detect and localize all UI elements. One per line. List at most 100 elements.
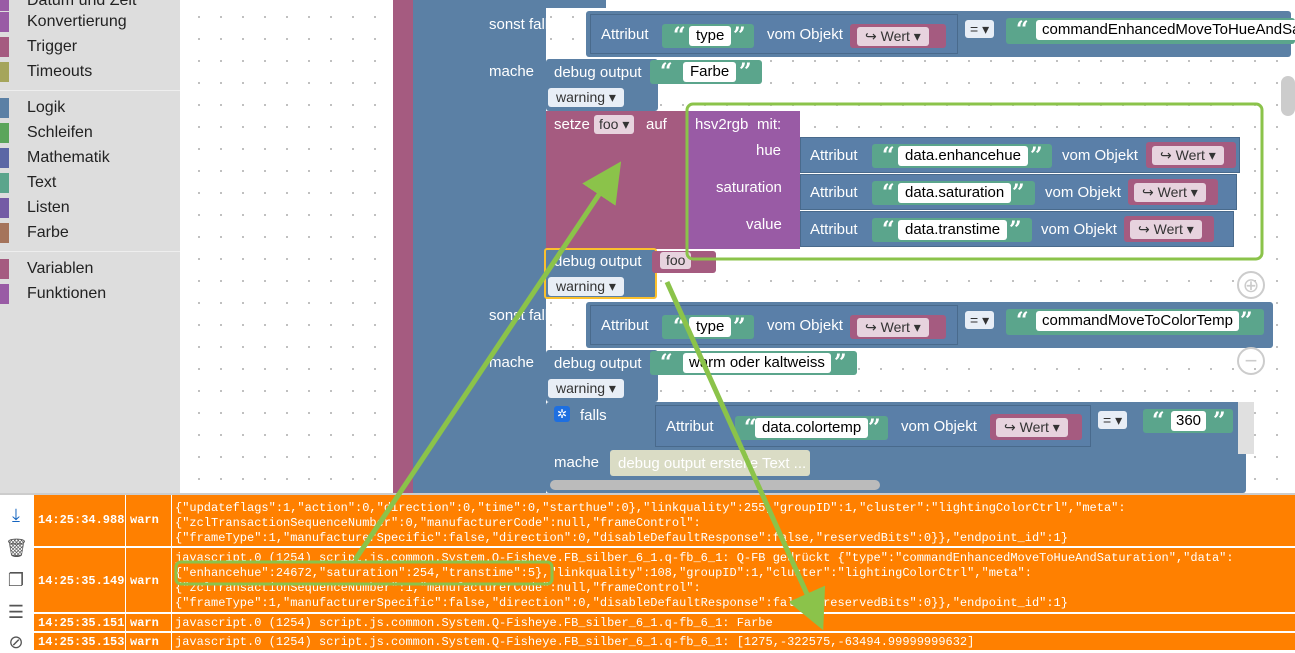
toolbox-category-logik[interactable]: Logik: [0, 97, 65, 119]
text-field-farbe[interactable]: Farbe: [683, 62, 737, 82]
close-quote-icon: ”: [1012, 180, 1025, 206]
variable-dropdown-wert[interactable]: ↪ Wert ▾: [996, 418, 1068, 437]
operator-dropdown[interactable]: = ▾: [965, 20, 995, 38]
log-message: javascript.0 (1254) script.js.common.Sys…: [175, 635, 975, 649]
variable-dropdown-wert[interactable]: ↪ Wert ▾: [1134, 183, 1206, 202]
text-field-transtime[interactable]: data.transtime: [898, 220, 1008, 240]
debug-output-label: debug output: [554, 64, 642, 81]
vertical-scrollbar[interactable]: [1281, 76, 1295, 116]
category-color-bar: [0, 148, 9, 168]
category-label: Listen: [27, 199, 70, 216]
log-time: 14:25:35.153: [38, 635, 125, 649]
toggle-columns-icon[interactable]: ☰: [5, 601, 27, 623]
param-hue-label: hue: [756, 142, 782, 159]
log-row[interactable]: 14:25:35.153 warn javascript.0 (1254) sc…: [34, 633, 1295, 651]
text-field-warm[interactable]: warm oder kaltweiss: [683, 353, 831, 373]
open-quote-icon: “: [882, 217, 895, 243]
log-row[interactable]: 14:25:35.149 warn javascript.0 (1254) sc…: [34, 548, 1295, 613]
log-level-dropdown[interactable]: warning ▾: [548, 277, 624, 296]
column-divider: [171, 614, 172, 631]
close-quote-icon: ”: [739, 59, 752, 85]
log-row[interactable]: 14:25:34.988 warn {"updateflags":1,"acti…: [34, 495, 1295, 547]
operator-dropdown[interactable]: = ▾: [1098, 411, 1128, 429]
toolbox-category-trigger[interactable]: Trigger: [0, 36, 77, 58]
center-workspace-icon[interactable]: ⊕: [1237, 271, 1265, 299]
category-color-bar: [0, 284, 9, 304]
blockly-toolbox: Datum und Zeit Konvertierung Trigger Tim…: [0, 0, 180, 493]
text-field-360[interactable]: 360: [1171, 411, 1207, 431]
dropdown-label: foo: [599, 116, 619, 132]
toolbox-category-text[interactable]: Text: [0, 172, 56, 194]
horizontal-scrollbar[interactable]: [550, 480, 880, 490]
attribut-label: Attribut: [810, 221, 858, 238]
variable-dropdown-foo[interactable]: foo ▾: [594, 115, 635, 134]
scroll-down-icon[interactable]: ⤓: [5, 504, 27, 526]
open-quote-icon: “: [660, 59, 673, 85]
variable-dropdown-foo[interactable]: foo: [660, 252, 692, 269]
trash-can-icon[interactable]: [1238, 402, 1254, 454]
copy-icon[interactable]: ❐: [5, 569, 27, 591]
log-level-dropdown[interactable]: warning ▾: [548, 88, 624, 107]
mit-label: mit:: [757, 116, 782, 133]
dropdown-label: ↪ Wert: [865, 28, 910, 44]
toolbox-category-funktionen[interactable]: Funktionen: [0, 283, 106, 305]
variable-dropdown-wert[interactable]: ↪ Wert ▾: [1130, 220, 1202, 239]
vom-objekt-label: vom Objekt: [767, 317, 843, 334]
variable-dropdown-wert[interactable]: ↪ Wert ▾: [1152, 146, 1224, 165]
category-label: Text: [27, 174, 57, 191]
toolbox-category-variablen[interactable]: Variablen: [0, 258, 93, 280]
toolbox-category-schleifen[interactable]: Schleifen: [0, 122, 93, 144]
else-if-label: sonst falls: [489, 307, 556, 324]
dropdown-label: warning: [556, 278, 606, 294]
toolbox-separator: [0, 90, 180, 91]
toolbox-category-konvertierung[interactable]: Konvertierung: [0, 11, 127, 33]
close-quote-icon: ”: [868, 415, 881, 441]
close-quote-icon: ”: [733, 23, 746, 49]
category-label: Variablen: [27, 260, 94, 277]
category-label: Datum und Zeit: [27, 0, 137, 9]
zoom-out-icon[interactable]: −: [1237, 347, 1265, 375]
text-field-type[interactable]: type: [689, 26, 732, 46]
column-divider: [171, 633, 172, 650]
toolbox-category-mathematik[interactable]: Mathematik: [0, 147, 110, 169]
column-divider: [125, 495, 126, 546]
text-field-cmd2[interactable]: commandMoveToColorTemp: [1036, 311, 1239, 331]
category-color-bar: [0, 0, 9, 11]
text-field-colortemp[interactable]: data.colortemp: [755, 418, 869, 438]
close-quote-icon: ”: [1030, 143, 1043, 169]
text-field-saturation[interactable]: data.saturation: [898, 183, 1012, 203]
variable-dropdown-wert[interactable]: ↪ Wert ▾: [857, 318, 929, 337]
category-label: Funktionen: [27, 285, 107, 302]
text-field-type[interactable]: type: [689, 317, 732, 337]
text-field-enhancehue[interactable]: data.enhancehue: [898, 146, 1028, 166]
toolbox-category-listen[interactable]: Listen: [0, 197, 70, 219]
category-color-bar: [0, 259, 9, 279]
log-level: warn: [130, 574, 159, 588]
variable-dropdown-wert[interactable]: ↪ Wert ▾: [857, 27, 929, 46]
trigger-block-bar[interactable]: [393, 0, 413, 493]
vom-objekt-label: vom Objekt: [767, 26, 843, 43]
column-divider: [171, 495, 172, 546]
vom-objekt-label: vom Objekt: [1062, 147, 1138, 164]
text-field-cmd1[interactable]: commandEnhancedMoveToHueAndSa: [1036, 20, 1295, 40]
dropdown-label: foo: [666, 252, 686, 268]
hide-icon[interactable]: ⊘: [5, 631, 27, 653]
operator-dropdown[interactable]: = ▾: [965, 311, 995, 329]
log-message: javascript.0 (1254) script.js.common.Sys…: [175, 551, 1234, 610]
toolbox-category-farbe[interactable]: Farbe: [0, 222, 69, 244]
log-level-dropdown[interactable]: warning ▾: [548, 379, 624, 398]
log-panel: ⤓ 🗑 ❐ ☰ ⊘ 14:25:34.988 warn {"updateflag…: [0, 493, 1295, 653]
function-name: hsv2rgb: [695, 116, 749, 133]
dropdown-label: ↪ Wert: [865, 319, 910, 335]
gear-icon[interactable]: ✲: [554, 406, 570, 422]
column-divider: [171, 548, 172, 612]
if-label: falls: [580, 407, 607, 424]
blockly-workspace[interactable]: sonst falls Attribut “ type ” vom Objekt…: [180, 0, 1295, 493]
param-value-label: value: [746, 216, 782, 233]
category-label: Timeouts: [27, 63, 93, 80]
delete-icon[interactable]: 🗑: [5, 537, 28, 559]
log-row[interactable]: 14:25:35.151 warn javascript.0 (1254) sc…: [34, 614, 1295, 632]
operator-label: =: [970, 21, 979, 37]
toolbox-category-timeouts[interactable]: Timeouts: [0, 61, 92, 83]
open-quote-icon: “: [673, 23, 686, 49]
